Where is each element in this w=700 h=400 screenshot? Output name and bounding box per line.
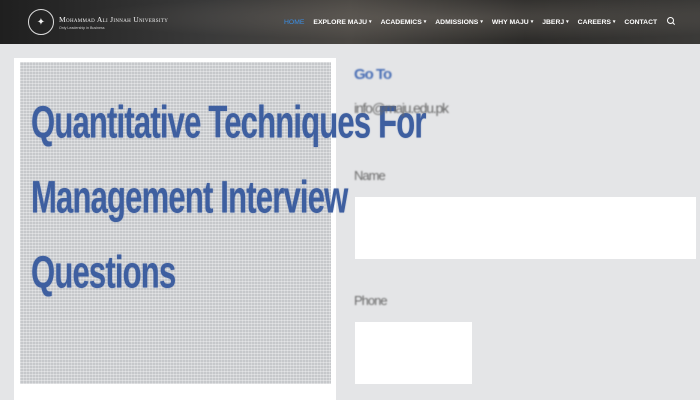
- chevron-down-icon: ▾: [369, 19, 372, 25]
- name-input[interactable]: [355, 197, 696, 259]
- chevron-down-icon: ▾: [566, 19, 569, 25]
- nav-item-why-maju[interactable]: WHY MAJU ▾: [492, 19, 533, 26]
- phone-input[interactable]: [355, 322, 472, 384]
- site-header: ✦ Mohammad Ali Jinnah University Only Le…: [0, 0, 700, 44]
- search-icon[interactable]: [667, 17, 677, 27]
- nav-item-academics[interactable]: ACADEMICS ▾: [381, 19, 427, 26]
- name-label: Name: [354, 168, 386, 183]
- nav-item-home[interactable]: HOME: [284, 19, 304, 26]
- seal-icon: ✦: [28, 9, 54, 35]
- article-banner-image: Quantitative Techniques For Management I…: [20, 62, 426, 384]
- chevron-down-icon: ▾: [530, 19, 534, 25]
- chevron-down-icon: ▾: [480, 19, 483, 25]
- phone-label: Phone: [354, 293, 388, 308]
- nav-item-admissions[interactable]: ADMISSIONS ▾: [435, 19, 483, 26]
- university-logo[interactable]: ✦ Mohammad Ali Jinnah University Only Le…: [28, 9, 168, 35]
- top-link[interactable]: Go To: [354, 66, 392, 83]
- logo-name: Mohammad Ali Jinnah University: [59, 14, 169, 24]
- nav-item-explore-maju[interactable]: EXPLORE MAJU ▾: [313, 19, 371, 26]
- logo-text: Mohammad Ali Jinnah University Only Lead…: [59, 15, 168, 30]
- chevron-down-icon: ▾: [423, 19, 427, 25]
- logo-tagline: Only Leadership in Business: [59, 25, 105, 30]
- chevron-down-icon: ▾: [612, 19, 616, 25]
- article-card: Quantitative Techniques For Management I…: [14, 58, 426, 400]
- email-text: info@maju.edu.pk: [354, 100, 449, 116]
- main-nav: HOME EXPLORE MAJU ▾ ACADEMICS ▾ ADMISSIONS…: [284, 0, 677, 44]
- banner-title-line-3: Questions: [31, 247, 176, 298]
- nav-item-jberj[interactable]: JBERJ ▾: [542, 19, 568, 26]
- banner-title-line-2: Management Interview: [31, 172, 348, 223]
- banner-title-line-1: Quantitative Techniques For: [31, 97, 426, 148]
- nav-item-careers[interactable]: CAREERS ▾: [578, 19, 616, 26]
- nav-item-contact[interactable]: CONTACT: [624, 19, 657, 26]
